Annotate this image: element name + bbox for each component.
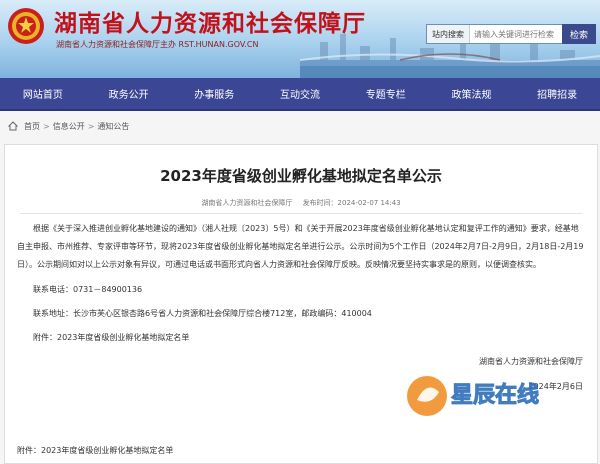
signature-org: 湖南省人力资源和社会保障厅 — [479, 357, 583, 366]
article-source: 湖南省人力资源和社会保障厅 — [201, 199, 293, 207]
watermark-text: 星辰在线 — [451, 382, 539, 408]
site-subtitle: 湖南省人力资源和社会保障厅主办 RST.HUNAN.GOV.CN — [56, 40, 259, 49]
article-publish-time: 发布时间：2024-02-07 14:43 — [302, 199, 401, 207]
nav-item-interaction[interactable]: 互动交流 — [257, 78, 343, 109]
contact-address: 联系地址：长沙市芙心区银杏路6号省人力资源和社会保障厅综合楼712室，邮政编码：… — [33, 309, 372, 318]
article-body: 根据《关于深入推进创业孵化基地建设的通知》（湘人社规〔2023〕5号）和《关于开… — [17, 220, 585, 274]
nav-item-home[interactable]: 网站首页 — [0, 78, 86, 109]
article-meta: 湖南省人力资源和社会保障厅 发布时间：2024-02-07 14:43 — [5, 198, 597, 208]
site-title: 湖南省人力资源和社会保障厅 — [54, 11, 366, 37]
nav-item-gov-affairs[interactable]: 政务公开 — [86, 78, 172, 109]
main-nav: 网站首页 政务公开 办事服务 互动交流 专题专栏 政策法规 招聘招录 — [0, 78, 600, 111]
article-paragraph: 根据《关于深入推进创业孵化基地建设的通知》（湘人社规〔2023〕5号）和《关于开… — [17, 224, 584, 269]
site-header: 湖南省人力资源和社会保障厅 湖南省人力资源和社会保障厅主办 RST.HUNAN.… — [0, 0, 600, 78]
home-icon — [8, 121, 18, 131]
breadcrumb-notices[interactable]: 通知公告 — [97, 121, 129, 132]
search-button[interactable]: 检索 — [562, 24, 596, 44]
divider — [20, 213, 582, 214]
contact-phone: 联系电话：0731－84900136 — [33, 285, 143, 294]
watermark-logo: 星辰在线 www.changsha.cn — [407, 376, 540, 420]
nav-item-policies[interactable]: 政策法规 — [429, 78, 515, 109]
nav-item-recruitment[interactable]: 招聘招录 — [514, 78, 600, 109]
watermark-url: www.changsha.cn — [467, 411, 539, 420]
breadcrumb-info-disclosure[interactable]: 信息公开 — [53, 121, 85, 132]
nav-item-topics[interactable]: 专题专栏 — [343, 78, 429, 109]
search-scope-select[interactable]: 站内搜索 — [427, 25, 470, 43]
breadcrumb: 首页 > 信息公开 > 通知公告 — [8, 118, 129, 134]
breadcrumb-home[interactable]: 首页 — [24, 121, 40, 132]
article-title: 2023年度省级创业孵化基地拟定名单公示 — [160, 167, 442, 185]
attachment-note: 附件：2023年度省级创业孵化基地拟定名单 — [33, 333, 190, 342]
national-emblem-icon — [8, 8, 44, 44]
breadcrumb-separator: > — [43, 121, 50, 131]
breadcrumb-separator: > — [87, 121, 95, 131]
nav-item-services[interactable]: 办事服务 — [171, 78, 257, 109]
attachment-link[interactable]: 附件：2023年度省级创业孵化基地拟定名单 — [17, 445, 173, 456]
